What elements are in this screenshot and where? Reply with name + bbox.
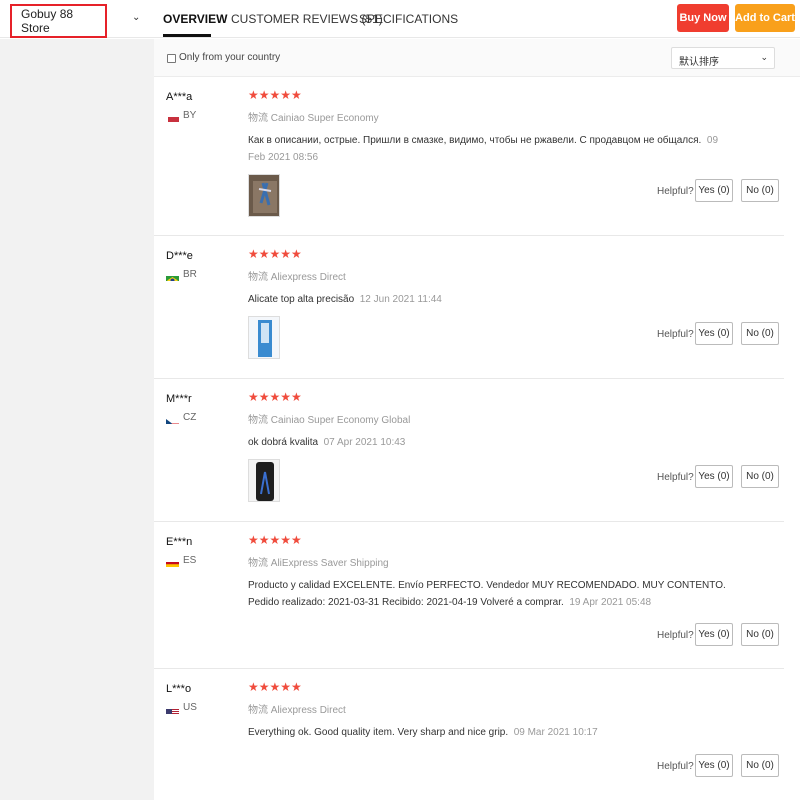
helpful-label: Helpful?	[657, 186, 694, 197]
store-name-box[interactable]: Gobuy 88 Store	[10, 4, 107, 38]
review-item: E***n ES ★★★★★ 物流 AliExpress Saver Shipp…	[154, 533, 784, 669]
helpful-yes-button[interactable]: Yes (0)	[695, 322, 733, 345]
reviewer-name: E***n	[166, 536, 193, 548]
review-date: 07 Apr 2021 10:43	[323, 437, 406, 448]
add-to-cart-button[interactable]: Add to Cart	[735, 4, 795, 32]
review-item: M***r CZ ★★★★★ 物流 Cainiao Super Economy …	[154, 390, 784, 522]
shipping-method: 物流 Aliexpress Direct	[248, 705, 346, 716]
tab-specifications[interactable]: SPECIFICATIONS	[359, 12, 458, 26]
review-photo[interactable]	[248, 459, 280, 502]
shipping-method: 物流 Cainiao Super Economy Global	[248, 415, 411, 426]
review-text: ok dobrá kvalita 07 Apr 2021 10:43	[248, 437, 406, 448]
left-panel	[0, 39, 154, 800]
review-photo[interactable]	[248, 174, 280, 217]
review-date: 19 Apr 2021 05:48	[569, 597, 652, 608]
reviewer-name: A***a	[166, 91, 193, 103]
helpful-label: Helpful?	[657, 329, 694, 340]
active-tab-underline	[163, 34, 211, 37]
reviewer-name: M***r	[166, 393, 192, 405]
tab-overview[interactable]: OVERVIEW	[163, 12, 227, 26]
helpful-label: Helpful?	[657, 761, 694, 772]
rating-stars: ★★★★★	[248, 533, 302, 547]
reviewer-country: CZ	[183, 412, 197, 423]
review-date: 12 Jun 2021 11:44	[359, 294, 442, 305]
rating-stars: ★★★★★	[248, 88, 302, 102]
flag-cz-icon	[166, 415, 179, 424]
helpful-yes-button[interactable]: Yes (0)	[695, 465, 733, 488]
review-item: A***a BY ★★★★★ 物流 Cainiao Super Economy …	[154, 88, 784, 236]
helpful-no-button[interactable]: No (0)	[741, 179, 779, 202]
sort-value: 默认排序	[679, 57, 719, 68]
review-text: Producto y calidad EXCELENTE. Envío PERF…	[248, 580, 726, 608]
reviewer-name: D***e	[166, 250, 193, 262]
flag-us-icon	[166, 705, 179, 714]
helpful-label: Helpful?	[657, 472, 694, 483]
store-name: Gobuy 88 Store	[21, 7, 74, 35]
top-bar: Gobuy 88 Store ⌄ OVERVIEW CUSTOMER REVIE…	[0, 0, 800, 38]
rating-stars: ★★★★★	[248, 680, 302, 694]
helpful-yes-button[interactable]: Yes (0)	[695, 754, 733, 777]
review-item: L***o US ★★★★★ 物流 Aliexpress Direct Ever…	[154, 680, 784, 800]
shipping-method: 物流 Cainiao Super Economy	[248, 113, 379, 124]
review-text: Как в описании, острые. Пришли в смазке,…	[248, 135, 719, 163]
reviewer-name: L***o	[166, 683, 192, 695]
chevron-down-icon: ⌄	[760, 52, 768, 62]
country-only-label[interactable]: Only from your country	[179, 52, 280, 63]
review-text: Alicate top alta precisão 12 Jun 2021 11…	[248, 294, 442, 305]
country-only-checkbox[interactable]	[167, 54, 176, 63]
helpful-yes-button[interactable]: Yes (0)	[695, 179, 733, 202]
helpful-label: Helpful?	[657, 630, 694, 641]
review-photo[interactable]	[248, 316, 280, 359]
shipping-method: 物流 AliExpress Saver Shipping	[248, 558, 389, 569]
shipping-method: 物流 Aliexpress Direct	[248, 272, 346, 283]
flag-by-icon	[166, 113, 179, 122]
rating-stars: ★★★★★	[248, 247, 302, 261]
reviewer-country: BY	[183, 110, 197, 121]
helpful-no-button[interactable]: No (0)	[741, 322, 779, 345]
reviewer-country: BR	[183, 269, 197, 280]
reviewer-country: ES	[183, 555, 197, 566]
reviewer-country: US	[183, 702, 197, 713]
helpful-no-button[interactable]: No (0)	[741, 754, 779, 777]
review-date: 09 Mar 2021 10:17	[513, 727, 598, 738]
sort-select[interactable]: 默认排序 ⌄	[671, 47, 775, 69]
review-item: D***e BR ★★★★★ 物流 Aliexpress Direct Alic…	[154, 247, 784, 379]
buy-now-button[interactable]: Buy Now	[677, 4, 729, 32]
review-text: Everything ok. Good quality item. Very s…	[248, 727, 598, 738]
helpful-no-button[interactable]: No (0)	[741, 623, 779, 646]
chevron-down-icon[interactable]: ⌄	[132, 12, 140, 23]
rating-stars: ★★★★★	[248, 390, 302, 404]
flag-es-icon	[166, 558, 179, 567]
review-filter-bar: Only from your country 默认排序 ⌄	[154, 39, 800, 77]
helpful-no-button[interactable]: No (0)	[741, 465, 779, 488]
flag-br-icon	[166, 272, 179, 281]
helpful-yes-button[interactable]: Yes (0)	[695, 623, 733, 646]
